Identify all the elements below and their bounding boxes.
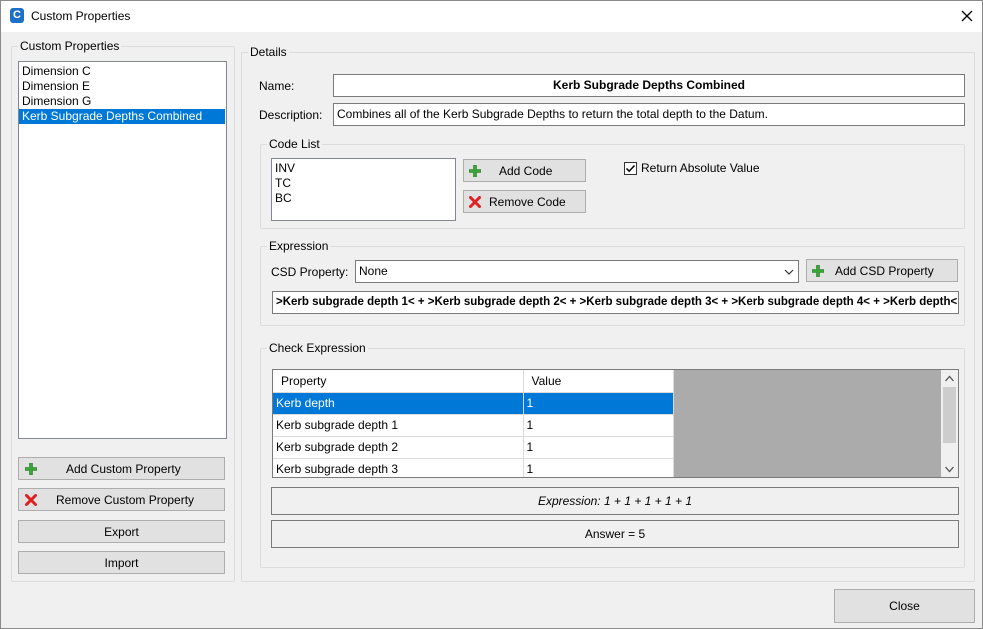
chevron-up-icon[interactable]	[945, 375, 954, 382]
name-label: Name:	[259, 79, 295, 93]
list-item[interactable]: TC	[272, 176, 455, 191]
remove-code-button[interactable]: Remove Code	[463, 190, 586, 213]
expression-group-label: Expression	[267, 239, 331, 253]
window-title: Custom Properties	[31, 9, 131, 23]
add-csd-property-button[interactable]: Add CSD Property	[806, 259, 958, 282]
table-row[interactable]: Kerb subgrade depth 1 1	[273, 414, 674, 437]
add-csd-property-label: Add CSD Property	[835, 263, 934, 278]
expression-result: Expression: 1 + 1 + 1 + 1 + 1	[271, 487, 959, 515]
plus-icon	[811, 264, 825, 277]
check-expression-grid[interactable]: Property Value Kerb depth 1 Kerb subgrad…	[272, 369, 959, 478]
add-code-button[interactable]: Add Code	[463, 159, 586, 182]
name-field[interactable]: Kerb Subgrade Depths Combined	[333, 74, 965, 97]
check-expression-group-label: Check Expression	[267, 341, 368, 355]
remove-custom-property-label: Remove Custom Property	[56, 492, 195, 507]
return-absolute-label[interactable]: Return Absolute Value	[641, 161, 760, 175]
expression-field[interactable]: >Kerb subgrade depth 1< + >Kerb subgrade…	[272, 291, 959, 314]
check-expression-table: Property Value Kerb depth 1 Kerb subgrad…	[273, 370, 674, 477]
property-cell[interactable]: Kerb subgrade depth 1	[273, 414, 524, 437]
close-button-label: Close	[889, 599, 920, 613]
table-header-row: Property Value	[273, 370, 674, 393]
export-label: Export	[104, 524, 139, 539]
list-item-selected[interactable]: Kerb Subgrade Depths Combined	[19, 109, 225, 124]
import-label: Import	[104, 555, 139, 570]
code-list-group-label: Code List	[267, 137, 322, 151]
description-label: Description:	[259, 108, 323, 122]
list-item[interactable]: Dimension C	[19, 64, 226, 79]
value-cell[interactable]: 1	[523, 436, 674, 459]
add-custom-property-button[interactable]: Add Custom Property	[18, 457, 225, 480]
close-icon[interactable]	[954, 3, 980, 29]
remove-code-label: Remove Code	[489, 194, 566, 209]
x-icon	[25, 493, 37, 506]
property-cell[interactable]: Kerb depth	[273, 392, 524, 415]
add-custom-property-label: Add Custom Property	[66, 461, 181, 476]
column-header-value[interactable]: Value	[523, 370, 674, 393]
chevron-down-icon[interactable]	[945, 466, 954, 473]
title-bar: C Custom Properties	[1, 1, 982, 32]
property-cell[interactable]: Kerb subgrade depth 3	[273, 458, 524, 477]
plus-icon	[24, 462, 38, 475]
close-button[interactable]: Close	[834, 589, 975, 623]
table-row[interactable]: Kerb subgrade depth 3 1	[273, 458, 674, 477]
value-cell[interactable]: 1	[523, 392, 674, 415]
table-row[interactable]: Kerb subgrade depth 2 1	[273, 436, 674, 459]
list-item[interactable]: BC	[272, 191, 455, 206]
column-header-property[interactable]: Property	[273, 370, 524, 393]
expression-group: Expression	[260, 239, 965, 326]
value-cell[interactable]: 1	[523, 414, 674, 437]
csd-property-dropdown[interactable]: None	[355, 260, 799, 283]
grid-scrollbar[interactable]	[941, 370, 958, 477]
scrollbar-thumb[interactable]	[943, 387, 956, 443]
list-item[interactable]: Dimension E	[19, 79, 226, 94]
list-item[interactable]: Dimension G	[19, 94, 226, 109]
csd-property-value: None	[359, 264, 388, 278]
add-code-label: Add Code	[499, 163, 553, 178]
export-button[interactable]: Export	[18, 520, 225, 543]
answer-display: Answer = 5	[271, 520, 959, 548]
table-row[interactable]: Kerb depth 1	[273, 392, 674, 415]
import-button[interactable]: Import	[18, 551, 225, 574]
list-item[interactable]: INV	[272, 161, 455, 176]
chevron-down-icon	[784, 266, 794, 280]
code-list[interactable]: INV TC BC	[271, 158, 456, 221]
custom-properties-group-label: Custom Properties	[18, 39, 122, 53]
custom-properties-list[interactable]: Dimension C Dimension E Dimension G Kerb…	[18, 61, 227, 439]
details-group-label: Details	[248, 45, 289, 59]
remove-custom-property-button[interactable]: Remove Custom Property	[18, 488, 225, 511]
checkmark-icon	[625, 164, 636, 173]
return-absolute-checkbox[interactable]	[624, 162, 637, 175]
description-field[interactable]: Combines all of the Kerb Subgrade Depths…	[333, 103, 965, 126]
property-cell[interactable]: Kerb subgrade depth 2	[273, 436, 524, 459]
csd-property-label: CSD Property:	[271, 265, 349, 279]
value-cell[interactable]: 1	[523, 458, 674, 477]
x-icon	[469, 195, 481, 208]
app-logo-icon: C	[10, 8, 24, 23]
plus-icon	[468, 164, 482, 177]
custom-properties-dialog: C Custom Properties Custom Properties Di…	[0, 0, 983, 629]
